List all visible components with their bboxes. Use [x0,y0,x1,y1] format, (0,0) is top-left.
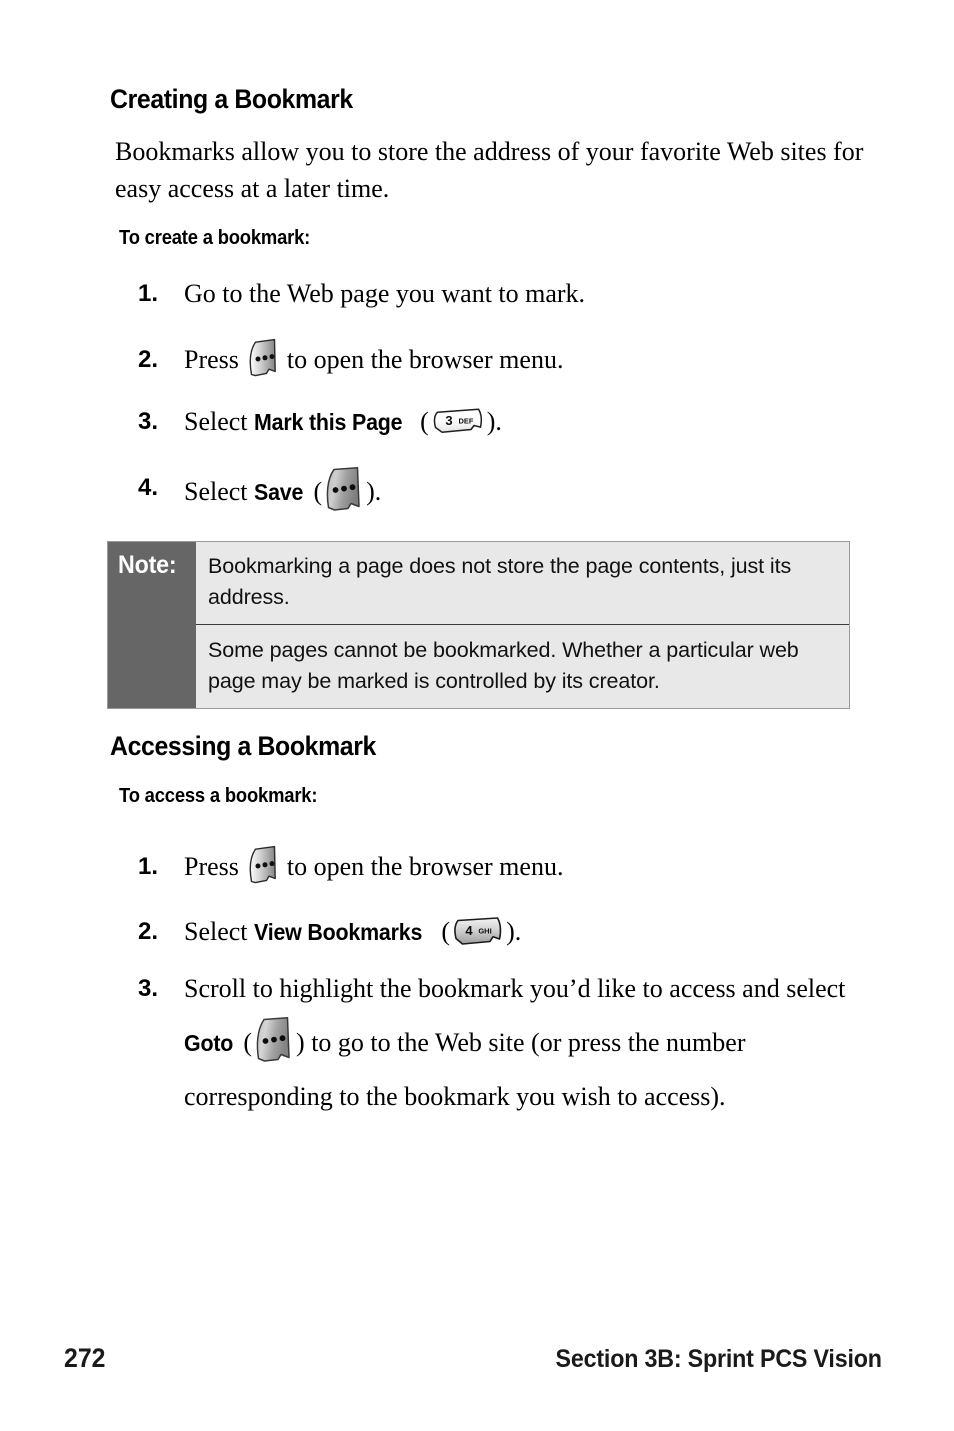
page-number: 272 [64,1343,106,1373]
step-text: Select Mark this Page ( 3 DEF ). [184,400,878,444]
footer-section-label: Section 3B: Sprint PCS Vision [555,1345,882,1373]
list-item: 4. Select Save (). [138,466,878,514]
note-body: Bookmarking a page does not store the pa… [196,542,849,708]
key-letters: GHI [478,927,491,936]
step-text-pre: Scroll to highlight the bookmark you’d l… [184,974,846,1003]
step-text: Select View Bookmarks ( 4 GHI ). [184,910,878,954]
step-text-post: ). [506,917,522,946]
step-text-mid: ( [434,917,451,946]
note-label-column: Note: [108,542,196,708]
step-number: 1. [138,280,159,307]
step-text-pre: Select [184,477,255,506]
step-text: Scroll to highlight the bookmark you’d l… [184,962,899,1124]
manual-page: Creating a Bookmark Bookmarks allow you … [0,0,954,1431]
step-text-pre: Press [184,852,246,881]
key-letters: DEF [458,417,473,426]
softkey-save-icon [324,466,364,512]
ui-command-label: Save [254,479,304,505]
subheading-access-bookmark: To access a bookmark: [119,785,318,807]
step-text-pre: Select [184,917,255,946]
note-box: Note: Bookmarking a page does not store … [107,541,850,709]
list-item: 3. Scroll to highlight the bookmark you’… [138,962,878,1124]
subheading-create-bookmark: To create a bookmark: [119,227,311,249]
note-label: Note: [118,551,177,579]
step-text-post: ). [366,477,382,506]
step-text: Press to open the browser menu. [184,338,878,382]
step-text: Press to open the browser menu. [184,845,878,889]
list-item: 2. Press to open the browser menu. [138,338,878,382]
step-text-post: to open the browser menu. [280,345,564,374]
step-text-pre: Select [184,407,255,436]
step-text-mid: ( [236,1028,253,1057]
note-paragraph: Some pages cannot be bookmarked. Whether… [196,624,849,708]
key-4-ghi-icon: 4 GHI [451,916,505,949]
key-digit: 4 [465,923,473,938]
step-number: 3. [138,975,159,1002]
page-title: Creating a Bookmark [110,84,353,114]
ui-command-label: Mark this Page [254,409,403,435]
step-number: 4. [138,474,159,501]
section-heading-accessing-bookmark: Accessing a Bookmark [110,731,377,761]
step-number: 2. [138,918,159,945]
list-item: 3. Select Mark this Page ( 3 DEF ). [138,400,878,444]
key-3-def-icon: 3 DEF [430,407,486,437]
list-item: 1. Press to open the browser menu. [138,845,878,889]
step-text-post: to open the browser menu. [280,852,564,881]
step-text: Select Save ( ). [184,466,878,514]
step-number: 2. [138,346,159,373]
softkey-menu-icon [247,845,278,884]
note-paragraph: Bookmarking a page does not store the pa… [208,554,792,609]
step-number: 3. [138,408,159,435]
step-text-pre: Go to the Web page you want to mark. [184,279,586,308]
key-digit: 3 [445,413,452,428]
list-item: 2. Select View Bookmarks ( 4 GHI ). [138,910,878,954]
step-text: Go to the Web page you want to mark. [184,272,878,316]
step-text-mid: ( [306,477,323,506]
ui-command-label: View Bookmarks [254,919,423,945]
step-number: 1. [138,853,159,880]
ui-command-label: Goto [184,1030,234,1056]
step-text-mid: ( [413,407,429,436]
step-text-post: ). [486,407,502,436]
softkey-goto-icon [254,1016,294,1064]
intro-paragraph: Bookmarks allow you to store the address… [115,137,864,203]
step-text-pre: Press [184,345,246,374]
softkey-menu-icon [247,338,278,377]
list-item: 1. Go to the Web page you want to mark. [138,272,878,316]
